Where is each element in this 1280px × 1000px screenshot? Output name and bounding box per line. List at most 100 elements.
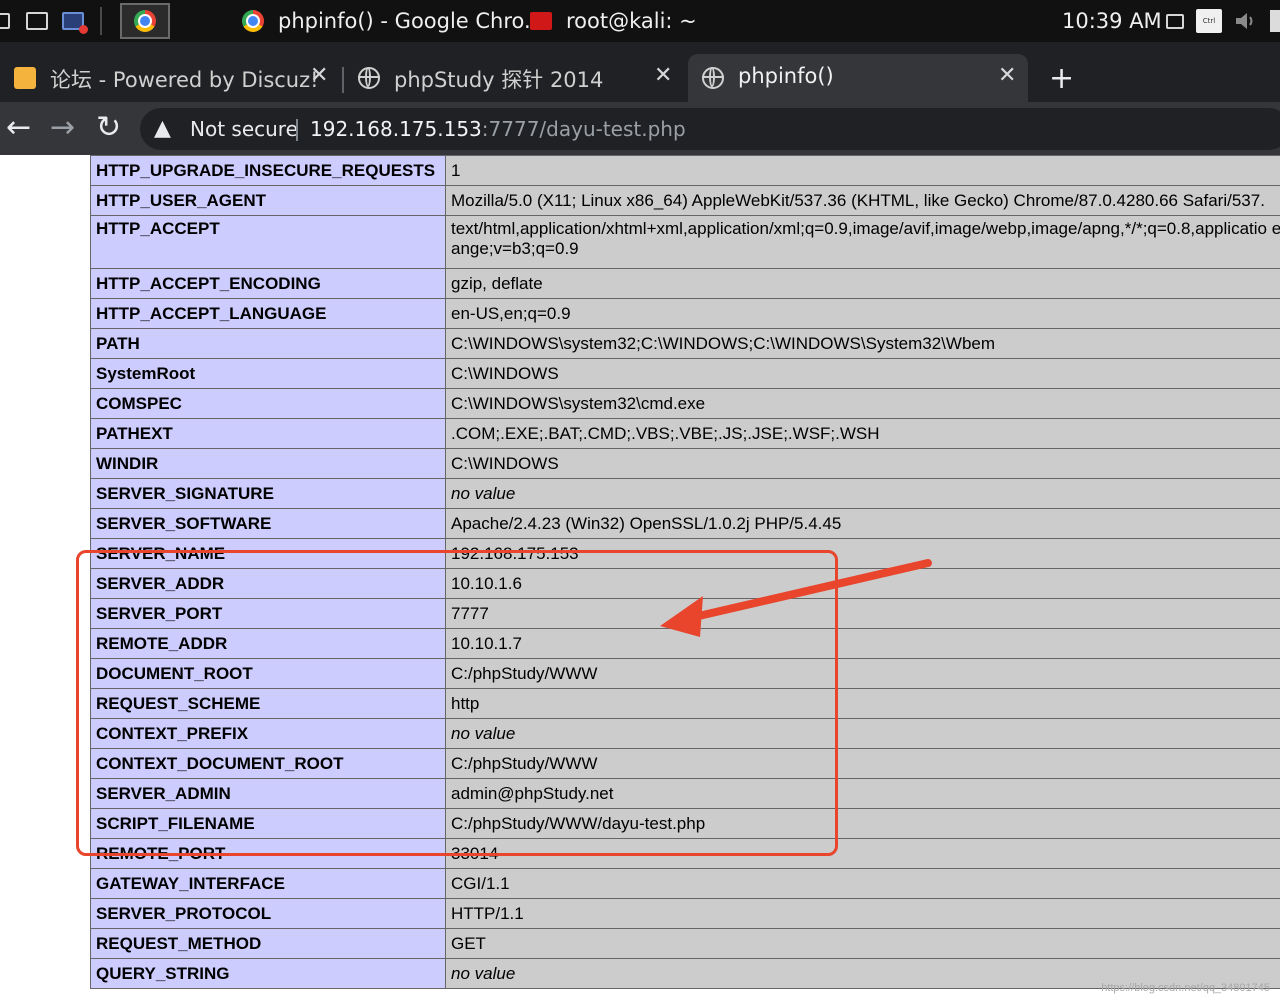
table-row: HTTP_ACCEPT_LANGUAGE en-US,en;q=0.9 bbox=[90, 298, 1280, 329]
tab-phpinfo[interactable]: phpinfo() ✕ bbox=[688, 54, 1028, 102]
variable-name-cell: HTTP_UPGRADE_INSECURE_REQUESTS bbox=[90, 155, 446, 186]
variable-name-cell: REMOTE_PORT bbox=[90, 838, 446, 869]
terminal-icon bbox=[530, 12, 552, 30]
tab-title: 论坛 - Powered by Discuz! bbox=[50, 68, 319, 92]
variable-name-cell: REMOTE_ADDR bbox=[90, 628, 446, 659]
variable-value-cell: GET bbox=[445, 928, 1280, 959]
table-row: REMOTE_PORT 33014 bbox=[90, 838, 1280, 869]
display-icon[interactable] bbox=[1166, 0, 1184, 42]
variable-value-cell: 10.10.1.6 bbox=[445, 568, 1280, 599]
variable-value-cell: en-US,en;q=0.9 bbox=[445, 298, 1280, 329]
back-button[interactable]: ← bbox=[6, 110, 31, 145]
taskbar-separator bbox=[100, 7, 102, 35]
globe-icon bbox=[358, 67, 380, 89]
variable-value-cell: http bbox=[445, 688, 1280, 719]
variable-value-cell: text/html,application/xhtml+xml,applicat… bbox=[445, 215, 1280, 269]
taskbar-clock[interactable]: 10:39 AM bbox=[1062, 0, 1162, 42]
close-icon[interactable]: ✕ bbox=[998, 63, 1016, 88]
volume-icon[interactable] bbox=[1234, 0, 1258, 42]
table-row: SERVER_ADDR 10.10.1.6 bbox=[90, 568, 1280, 599]
address-divider bbox=[296, 119, 298, 141]
variable-value-cell: 1 bbox=[445, 155, 1280, 186]
variable-name-cell: SERVER_PORT bbox=[90, 598, 446, 629]
variable-value-cell: 10.10.1.7 bbox=[445, 628, 1280, 659]
table-row: PATHEXT .COM;.EXE;.BAT;.CMD;.VBS;.VBE;.JS… bbox=[90, 418, 1280, 449]
table-row: CONTEXT_PREFIX no value bbox=[90, 718, 1280, 749]
variable-value-cell: no value bbox=[445, 478, 1280, 509]
chrome-icon bbox=[242, 10, 264, 32]
address-bar[interactable]: ▲ Not secure 192.168.175.153:7777/dayu-t… bbox=[140, 108, 1280, 150]
variable-name-cell: PATH bbox=[90, 328, 446, 359]
table-row: SERVER_SOFTWARE Apache/2.4.23 (Win32) Ope… bbox=[90, 508, 1280, 539]
variable-value-cell: admin@phpStudy.net bbox=[445, 778, 1280, 809]
variable-name-cell: HTTP_ACCEPT_LANGUAGE bbox=[90, 298, 446, 329]
variable-name-cell: HTTP_USER_AGENT bbox=[90, 185, 446, 216]
table-row: HTTP_ACCEPT_ENCODING gzip, deflate bbox=[90, 268, 1280, 299]
table-row: SystemRoot C:\WINDOWS bbox=[90, 358, 1280, 389]
variable-name-cell: REQUEST_SCHEME bbox=[90, 688, 446, 719]
table-row: REQUEST_SCHEME http bbox=[90, 688, 1280, 719]
table-row: HTTP_UPGRADE_INSECURE_REQUESTS 1 bbox=[90, 155, 1280, 186]
variable-name-cell: COMSPEC bbox=[90, 388, 446, 419]
table-row: HTTP_USER_AGENT Mozilla/5.0 (X11; Linux x… bbox=[90, 185, 1280, 216]
browser-toolbar: ← → ↻ ▲ Not secure 192.168.175.153:7777/… bbox=[0, 102, 1280, 155]
variable-name-cell: PATHEXT bbox=[90, 418, 446, 449]
variable-value-cell: 33014 bbox=[445, 838, 1280, 869]
watermark: https://blog.csdn.net/qq_34801745 bbox=[1101, 982, 1270, 994]
browser-tab-strip: 论坛 - Powered by Discuz! ✕ phpStudy 探针 20… bbox=[0, 42, 1280, 102]
url-text[interactable]: 192.168.175.153:7777/dayu-test.php bbox=[310, 117, 686, 141]
taskbar-window-chrome[interactable]: phpinfo() - Google Chro... bbox=[242, 0, 544, 42]
table-row: PATH C:\WINDOWS\system32;C:\WINDOWS;C:\WI… bbox=[90, 328, 1280, 359]
page-content: HTTP_CONNECTIONkeep-aliveHTTP_UPGRADE_IN… bbox=[0, 155, 1280, 1000]
variable-name-cell: SCRIPT_FILENAME bbox=[90, 808, 446, 839]
os-taskbar: phpinfo() - Google Chro... root@kali: ~ … bbox=[0, 0, 1280, 42]
taskbar-chrome-launcher[interactable] bbox=[120, 3, 170, 39]
table-row: SCRIPT_FILENAME C:/phpStudy/WWW/dayu-test… bbox=[90, 808, 1280, 839]
table-row: CONTEXT_DOCUMENT_ROOT C:/phpStudy/WWW bbox=[90, 748, 1280, 779]
power-icon[interactable] bbox=[1270, 0, 1280, 42]
window-icon[interactable] bbox=[0, 0, 10, 42]
screen-record-icon[interactable] bbox=[62, 0, 88, 42]
chrome-icon bbox=[134, 10, 156, 32]
variable-name-cell: QUERY_STRING bbox=[90, 958, 446, 989]
warning-icon[interactable]: ▲ bbox=[154, 116, 171, 141]
no-value-text: no value bbox=[451, 723, 516, 743]
tab-discuz[interactable]: 论坛 - Powered by Discuz! ✕ bbox=[0, 54, 340, 102]
variable-value-cell: .COM;.EXE;.BAT;.CMD;.VBS;.VBE;.JS;.JSE;.… bbox=[445, 418, 1280, 449]
variable-value-cell: gzip, deflate bbox=[445, 268, 1280, 299]
close-icon[interactable]: ✕ bbox=[654, 63, 672, 88]
variable-value-cell: C:\WINDOWS bbox=[445, 448, 1280, 479]
variable-value-cell: C:/phpStudy/WWW bbox=[445, 748, 1280, 779]
reload-button[interactable]: ↻ bbox=[96, 110, 121, 145]
variable-name-cell: GATEWAY_INTERFACE bbox=[90, 868, 446, 899]
variable-value-cell: C:/phpStudy/WWW/dayu-test.php bbox=[445, 808, 1280, 839]
variable-value-cell: no value bbox=[445, 718, 1280, 749]
forward-button[interactable]: → bbox=[50, 110, 75, 145]
tab-phpstudy[interactable]: phpStudy 探针 2014 ✕ bbox=[344, 54, 684, 102]
no-value-text: no value bbox=[451, 963, 516, 983]
table-row: REQUEST_METHOD GET bbox=[90, 928, 1280, 959]
table-row: SERVER_PROTOCOL HTTP/1.1 bbox=[90, 898, 1280, 929]
terminal-icon[interactable] bbox=[26, 0, 48, 42]
phpinfo-environment-table: HTTP_CONNECTIONkeep-aliveHTTP_UPGRADE_IN… bbox=[90, 155, 1280, 989]
variable-name-cell: CONTEXT_PREFIX bbox=[90, 718, 446, 749]
variable-name-cell: SystemRoot bbox=[90, 358, 446, 389]
variable-value-cell: C:\WINDOWS bbox=[445, 358, 1280, 389]
keyboard-indicator[interactable]: Ctrl bbox=[1196, 0, 1222, 42]
security-label[interactable]: Not secure bbox=[190, 117, 298, 141]
new-tab-button[interactable]: + bbox=[1045, 54, 1085, 102]
variable-value-cell: 7777 bbox=[445, 598, 1280, 629]
variable-name-cell: REQUEST_METHOD bbox=[90, 928, 446, 959]
url-host: 192.168.175.153 bbox=[310, 117, 482, 141]
variable-name-cell: SERVER_ADMIN bbox=[90, 778, 446, 809]
close-icon[interactable]: ✕ bbox=[310, 63, 328, 88]
tab-title: phpStudy 探针 2014 bbox=[394, 68, 604, 92]
variable-name-cell: HTTP_ACCEPT bbox=[90, 215, 446, 269]
variable-value-cell: HTTP/1.1 bbox=[445, 898, 1280, 929]
taskbar-window-label: root@kali: ~ bbox=[566, 9, 697, 33]
no-value-text: no value bbox=[451, 483, 516, 503]
taskbar-window-terminal[interactable]: root@kali: ~ bbox=[530, 0, 697, 42]
table-row: WINDIR C:\WINDOWS bbox=[90, 448, 1280, 479]
table-row: GATEWAY_INTERFACE CGI/1.1 bbox=[90, 868, 1280, 899]
discuz-favicon-icon bbox=[14, 67, 36, 89]
